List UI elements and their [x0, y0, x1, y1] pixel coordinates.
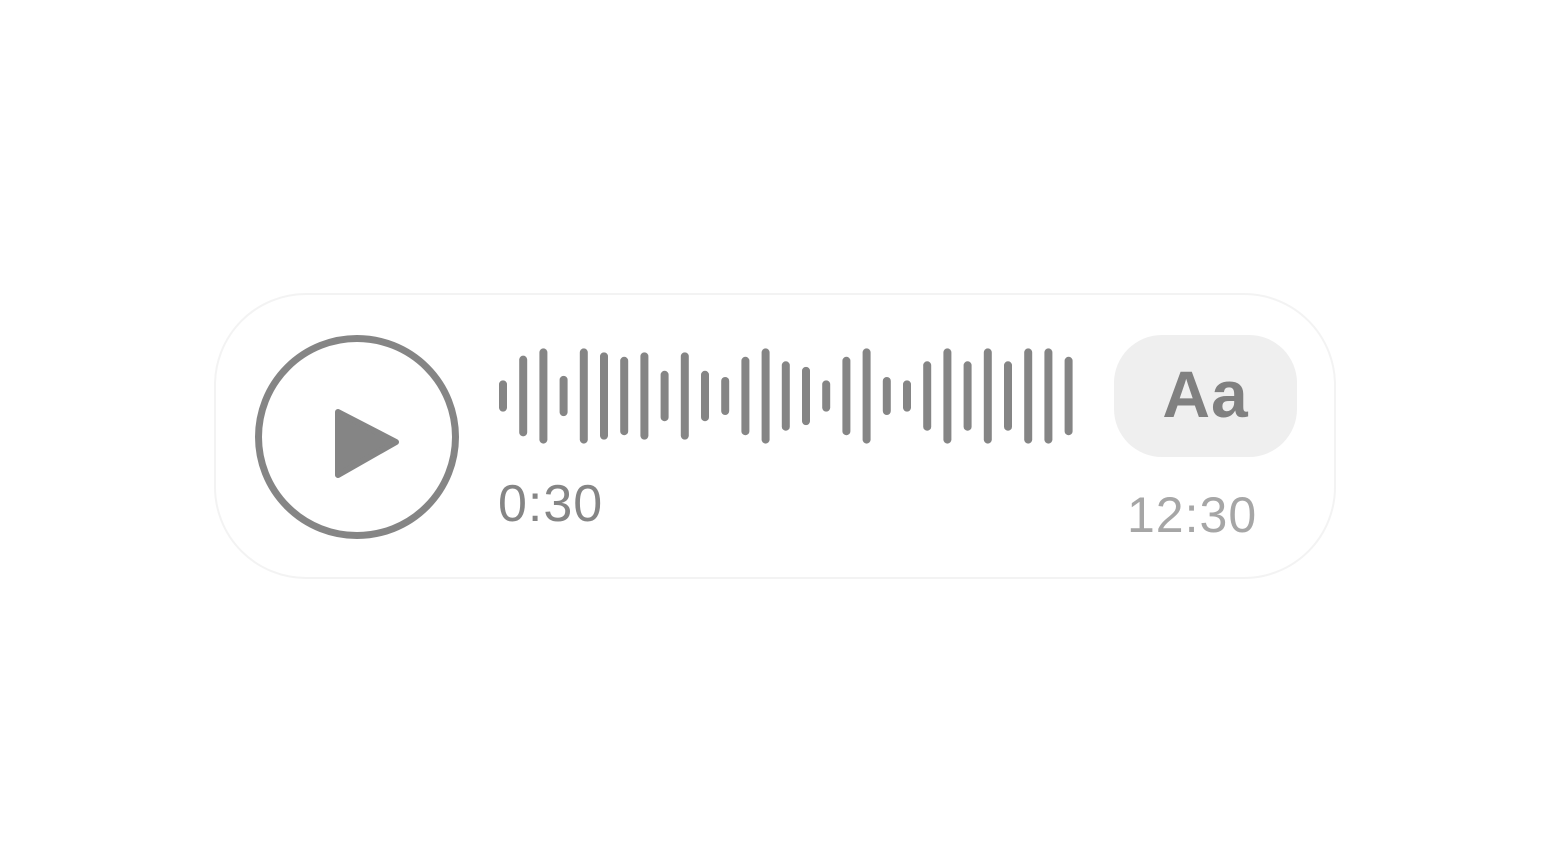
- transcribe-button[interactable]: Aa: [1114, 335, 1297, 457]
- elapsed-time: 0:30: [498, 475, 604, 533]
- play-button[interactable]: [255, 335, 459, 539]
- stage: 0:30 Aa 12:30: [0, 0, 1552, 858]
- message-timestamp: 12:30: [1127, 487, 1258, 543]
- play-icon: [335, 409, 399, 478]
- transcribe-label: Aa: [1162, 357, 1249, 431]
- audio-waveform[interactable]: [496, 340, 1080, 452]
- waveform-bars: [499, 348, 1073, 444]
